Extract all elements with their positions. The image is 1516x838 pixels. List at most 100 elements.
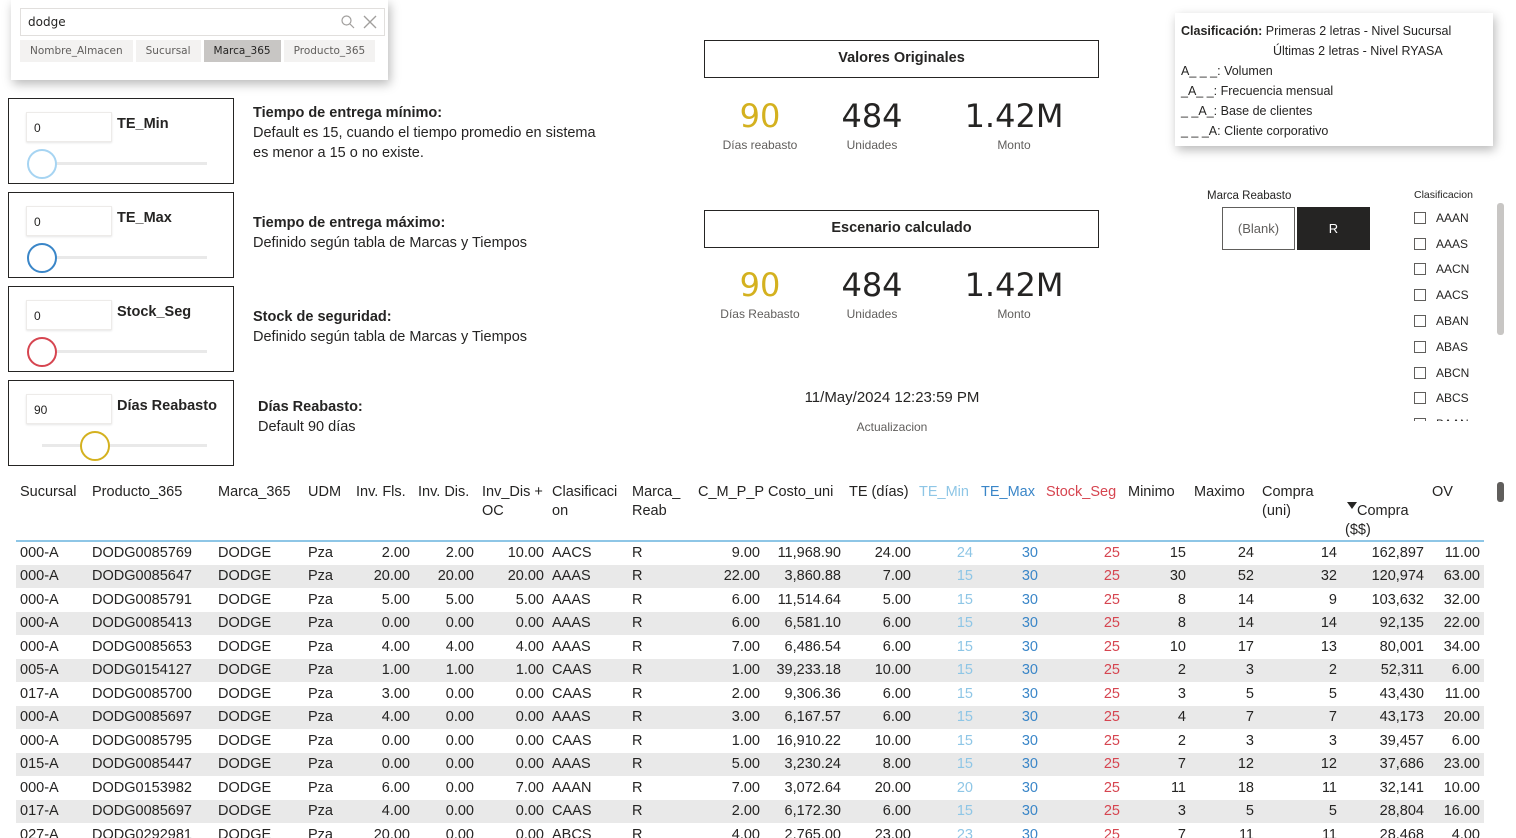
column-header[interactable]: Minimo <box>1124 480 1190 542</box>
column-header[interactable]: OV <box>1428 480 1484 542</box>
search-icon[interactable] <box>340 14 356 30</box>
table-cell: 7.00 <box>731 779 760 796</box>
table-row[interactable]: 017-A DODG0085700 DODGE Pza 3.00 0.00 0.00 CAAS… <box>16 682 1484 706</box>
column-header[interactable]: Producto_365 <box>88 480 214 542</box>
dias-reabasto-slider-thumb[interactable] <box>79 431 110 461</box>
field-chip-marca-365[interactable]: Marca_365 <box>203 40 281 62</box>
checkbox[interactable] <box>1414 340 1426 353</box>
table-row[interactable]: 000-A DODG0085647 DODGE Pza 20.00 20.00 20.00 A… <box>16 564 1484 588</box>
clasificacion-scrollbar[interactable] <box>1497 203 1504 335</box>
table-cell: 10 <box>1169 638 1186 655</box>
table-cell: 0.00 <box>352 752 414 776</box>
table-cell: DODGE <box>218 638 272 655</box>
column-header[interactable]: Compra ($$) <box>1341 480 1428 542</box>
table-cell: DODGE <box>214 564 304 588</box>
checkbox[interactable] <box>1414 289 1426 302</box>
te-min-slider-thumb[interactable] <box>27 149 57 179</box>
table-cell: 15 <box>956 591 973 608</box>
table-cell: 10.00 <box>507 545 544 562</box>
column-header[interactable]: Inv. Fls. <box>352 480 414 542</box>
table-cell: 4.00 <box>445 638 474 655</box>
te-min-slider-track[interactable] <box>42 162 207 165</box>
checkbox[interactable] <box>1414 211 1426 224</box>
checkbox[interactable] <box>1414 237 1426 250</box>
marca-reabasto-option-r[interactable]: R <box>1297 207 1370 250</box>
checkbox[interactable] <box>1414 263 1426 276</box>
table-row[interactable]: 017-A DODG0085697 DODGE Pza 4.00 0.00 0.00 CAAS… <box>16 799 1484 823</box>
column-header[interactable]: Sucursal <box>16 480 88 542</box>
table-cell: Pza <box>304 705 352 729</box>
checkbox[interactable] <box>1414 418 1426 421</box>
clasificacion-item[interactable]: ABAS <box>1414 334 1494 360</box>
table-row[interactable]: 000-A DODG0085795 DODGE Pza 0.00 0.00 0.00 CAAS… <box>16 729 1484 753</box>
table-cell: 6,581.10 <box>764 611 845 635</box>
clasificacion-item[interactable]: ABCS <box>1414 386 1494 412</box>
table-row[interactable]: 000-A DODG0085791 DODGE Pza 5.00 5.00 5.00 AAAS… <box>16 588 1484 612</box>
stock-seg-slider-track[interactable] <box>42 350 207 353</box>
column-header[interactable]: TE_Max <box>977 480 1042 542</box>
column-header[interactable]: Maximo <box>1190 480 1258 542</box>
te-min-input[interactable]: 0 <box>26 112 112 142</box>
table-row[interactable]: 015-A DODG0085447 DODGE Pza 0.00 0.00 0.00 AAAS… <box>16 752 1484 776</box>
clasificacion-item[interactable]: ABCN <box>1414 360 1494 386</box>
close-icon[interactable] <box>362 14 378 30</box>
column-header[interactable]: TE (días) <box>845 480 915 542</box>
sort-descending-icon[interactable] <box>1347 502 1357 509</box>
table-cell: 11,514.64 <box>777 591 841 608</box>
te-max-slider-track[interactable] <box>42 256 207 259</box>
column-header[interactable]: UDM <box>304 480 352 542</box>
table-cell: DODG0085700 <box>92 685 192 702</box>
info-line-1: Clasificación: Primeras 2 letras - Nivel… <box>1181 21 1487 41</box>
clasificacion-item[interactable]: AACS <box>1414 282 1494 308</box>
dias-reabasto-input[interactable]: 90 <box>26 394 112 424</box>
clasificacion-item[interactable]: AAAN <box>1414 205 1494 231</box>
stock-seg-input[interactable]: 0 <box>26 300 112 330</box>
clasificacion-item[interactable]: AACN <box>1414 257 1494 283</box>
clasificacion-item[interactable]: AAAS <box>1414 231 1494 257</box>
table-cell: AAAS <box>548 705 628 729</box>
checkbox[interactable] <box>1414 366 1426 379</box>
table-row[interactable]: 000-A DODG0153982 DODGE Pza 6.00 0.00 7.00 AAAN… <box>16 776 1484 800</box>
te-max-slider-thumb[interactable] <box>27 243 57 273</box>
column-header[interactable]: Marca_ Reab <box>628 480 694 542</box>
table-row[interactable]: 000-A DODG0085653 DODGE Pza 4.00 4.00 4.00 AAAS… <box>16 635 1484 659</box>
table-cell: DODGE <box>218 545 272 562</box>
field-chip-producto-365[interactable]: Producto_365 <box>283 40 376 62</box>
table-row[interactable]: 000-A DODG0085697 DODGE Pza 4.00 0.00 0.00 AAAS… <box>16 705 1484 729</box>
stock-seg-slider-thumb[interactable] <box>27 337 57 367</box>
checkbox[interactable] <box>1414 315 1426 328</box>
dias-reabasto-slider-track[interactable] <box>42 444 207 447</box>
table-cell: Pza <box>308 732 333 749</box>
column-header[interactable]: Clasificaci on <box>548 480 628 542</box>
table-cell: 4.00 <box>731 826 760 838</box>
table-cell: 22.00 <box>694 564 764 588</box>
table-cell: 0.00 <box>414 611 478 635</box>
column-header[interactable]: Inv. Dis. <box>414 480 478 542</box>
search-input[interactable]: dodge <box>20 8 385 36</box>
column-header[interactable]: Marca_365 <box>214 480 304 542</box>
table-cell: 5.00 <box>445 591 474 608</box>
te-max-input[interactable]: 0 <box>26 206 112 236</box>
table-cell: 30 <box>1021 826 1038 838</box>
table-row[interactable]: 005-A DODG0154127 DODGE Pza 1.00 1.00 1.00 CAAS… <box>16 658 1484 682</box>
column-header[interactable]: TE_Min <box>915 480 977 542</box>
table-row[interactable]: 000-A DODG0085413 DODGE Pza 0.00 0.00 0.00 AAAS… <box>16 611 1484 635</box>
table-scrollbar[interactable] <box>1497 482 1504 502</box>
column-header[interactable]: Compra (uni) <box>1258 480 1341 542</box>
column-header[interactable]: C_M_P_P <box>694 480 764 542</box>
clasificacion-item[interactable]: ABAN <box>1414 308 1494 334</box>
checkbox[interactable] <box>1414 392 1426 405</box>
table-cell: R <box>632 779 643 796</box>
field-chip-nombre-almacen[interactable]: Nombre_Almacen <box>20 40 133 62</box>
table-row[interactable]: 027-A DODG0292981 DODGE Pza 20.00 0.00 0.00 ABC… <box>16 823 1484 838</box>
column-header[interactable]: Stock_Seg <box>1042 480 1124 542</box>
column-header[interactable]: Costo_uni <box>764 480 845 542</box>
column-header[interactable]: Inv_Dis + OC <box>478 480 548 542</box>
marca-reabasto-option-blank[interactable]: (Blank) <box>1222 207 1295 250</box>
table-row[interactable]: 000-A DODG0085769 DODGE Pza 2.00 2.00 10.00 AAC… <box>16 541 1484 565</box>
desc-stock-seg: Stock de seguridad: Definido según tabla… <box>253 307 527 347</box>
table-cell: 28,468 <box>1379 826 1424 838</box>
kpi-original-title: Valores Originales <box>704 40 1099 78</box>
clasificacion-item[interactable]: BAAN <box>1414 411 1494 421</box>
field-chip-sucursal[interactable]: Sucursal <box>135 40 201 62</box>
